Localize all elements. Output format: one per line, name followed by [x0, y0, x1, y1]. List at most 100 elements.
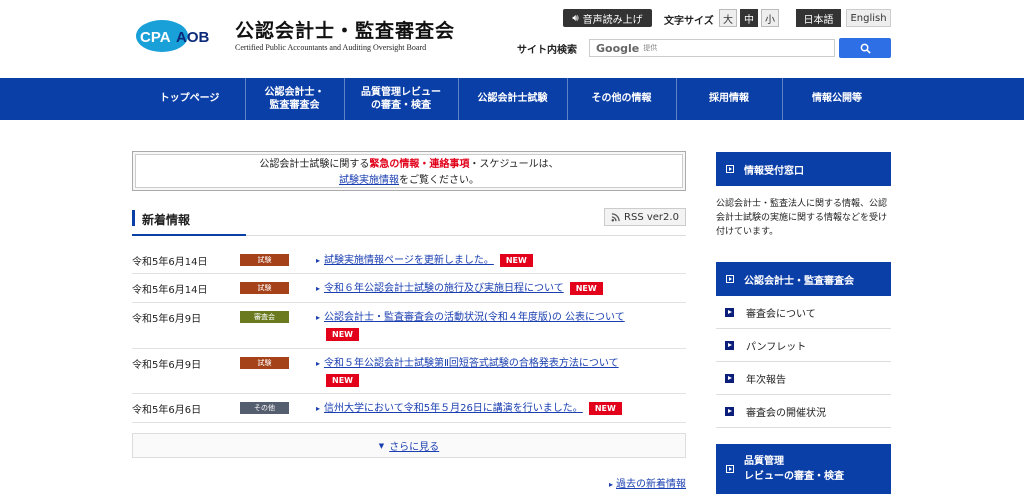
news-text: ▸ 令和５年公認会計士試験第Ⅱ回短答式試験の合格発表方法について NEW: [316, 355, 656, 389]
arrow-right-icon: [725, 406, 734, 416]
news-link[interactable]: 信州大学において令和5年５月26日に講演を行いました。: [324, 403, 583, 414]
sidebar-item-label: 審査会の開催状況: [746, 407, 826, 419]
sidebar-info-desk-header[interactable]: 情報受付窓口: [716, 152, 891, 186]
sidebar-item-annual-report[interactable]: 年次報告: [716, 362, 891, 395]
cpaaob-logo-icon[interactable]: CPA AOB: [136, 18, 226, 54]
sidebar-item-label: パンフレット: [746, 341, 807, 353]
new-badge: NEW: [499, 253, 533, 267]
news-list: 令和5年6月14日 試験 ▸ 試験実施情報ページを更新しました。 NEW 令和5年6…: [132, 246, 686, 423]
see-more-label: さらに見る: [389, 442, 440, 453]
news-item: 令和5年6月9日 試験 ▸ 令和５年公認会計士試験第Ⅱ回短答式試験の合格発表方法に…: [132, 349, 686, 394]
lang-english-button[interactable]: English: [846, 9, 891, 27]
news-date: 令和5年6月14日: [132, 285, 208, 296]
news-text: ▸ 試験実施情報ページを更新しました。 NEW: [316, 252, 656, 269]
sidebar-board-header[interactable]: 公認会計士・監査審査会: [716, 262, 891, 296]
svg-text:AOB: AOB: [176, 29, 210, 46]
global-nav: トップページ 公認会計士・ 監査審査会 品質管理レビュー の審査・検査 公認会計…: [0, 78, 1024, 120]
lang-japanese-button[interactable]: 日本語: [796, 9, 841, 27]
nav-quality-review[interactable]: 品質管理レビュー の審査・検査: [345, 78, 459, 120]
exam-info-link[interactable]: 試験実施情報: [339, 175, 399, 186]
heading-accent-bar: [132, 210, 135, 226]
sidebar-review-title-2: レビューの審査・検査: [744, 471, 844, 482]
new-badge: NEW: [569, 281, 603, 295]
category-badge-board: 審査会: [240, 311, 289, 323]
news-date: 令和5年6月9日: [132, 360, 202, 371]
rss-icon: [611, 212, 620, 221]
sidebar-item-meetings[interactable]: 審査会の開催状況: [716, 395, 891, 428]
sidebar-board-list: 審査会について パンフレット 年次報告 審査会の開催状況: [716, 296, 891, 428]
voice-readout-label: 音声読み上げ: [582, 14, 643, 26]
sidebar-item-pamphlet[interactable]: パンフレット: [716, 329, 891, 362]
news-date: 令和5年6月9日: [132, 314, 202, 325]
search-icon: [860, 43, 871, 54]
arrow-right-icon: [726, 275, 734, 283]
site-header: CPA AOB 公認会計士・監査審査会 Certified Public Acc…: [0, 0, 1024, 78]
exam-notice-box: 公認会計士試験に関する緊急の情報・連絡事項・スケジュールは、 試験実施情報をご覧…: [132, 151, 686, 191]
rss-label: RSS ver2.0: [624, 211, 679, 223]
search-placeholder: 提供: [643, 44, 658, 52]
sidebar-item-about[interactable]: 審査会について: [716, 296, 891, 329]
sidebar-item-label: 年次報告: [746, 374, 786, 386]
voice-readout-button[interactable]: 🔊︎ 音声読み上げ: [563, 9, 652, 27]
nav-recruit[interactable]: 採用情報: [677, 78, 783, 120]
site-title[interactable]: 公認会計士・監査審査会: [235, 16, 455, 43]
news-link[interactable]: 公認会計士・監査審査会の活動状況(令和４年度版)の 公表について: [324, 312, 625, 323]
category-badge-other: その他: [240, 402, 289, 414]
past-news-link[interactable]: ▸ 過去の新着情報: [609, 475, 686, 490]
site-search-input[interactable]: Google 提供: [589, 39, 835, 57]
new-badge: NEW: [588, 401, 622, 415]
arrow-right-icon: ▸: [316, 313, 321, 322]
news-link[interactable]: 令和５年公認会計士試験第Ⅱ回短答式試験の合格発表方法について: [324, 358, 619, 369]
news-text: ▸ 公認会計士・監査審査会の活動状況(令和４年度版)の 公表について NEW: [316, 309, 656, 343]
news-heading: 新着情報 RSS ver2.0: [132, 208, 686, 236]
site-subtitle: Certified Public Accountants and Auditin…: [235, 43, 427, 52]
nav-cpa-exam[interactable]: 公認会計士試験: [459, 78, 568, 120]
arrow-right-icon: ▸: [608, 480, 613, 489]
arrow-right-icon: [726, 165, 734, 173]
caret-down-icon: ▼: [378, 441, 385, 450]
site-search-label: サイト内検索: [517, 45, 577, 56]
arrow-right-icon: ▸: [316, 284, 321, 293]
sidebar-info-desk-desc: 公認会計士・監査法人に関する情報、公認会計士試験の実施に関する情報などを受け付け…: [716, 199, 888, 237]
sidebar-info-desk-title: 情報受付窓口: [744, 165, 804, 177]
news-item: 令和5年6月6日 その他 ▸ 信州大学において令和5年５月26日に講演を行いました…: [132, 394, 686, 423]
sidebar-review-header[interactable]: 品質管理 レビューの審査・検査: [716, 444, 891, 494]
nav-disclosure[interactable]: 情報公開等: [783, 78, 892, 120]
news-item: 令和5年6月14日 試験 ▸ 試験実施情報ページを更新しました。 NEW: [132, 246, 686, 274]
notice-suffix: ・スケジュールは、: [469, 159, 559, 170]
arrow-right-icon: ▸: [316, 404, 321, 413]
news-text: ▸ 令和６年公認会計士試験の施行及び実施日程について NEW: [316, 280, 656, 297]
news-date: 令和5年6月6日: [132, 405, 202, 416]
news-link[interactable]: 令和６年公認会計士試験の施行及び実施日程について: [324, 283, 564, 294]
heading-underline: [132, 234, 246, 236]
arrow-right-icon: ▸: [316, 256, 321, 265]
category-badge-exam: 試験: [240, 282, 289, 294]
past-news-label: 過去の新着情報: [616, 479, 686, 490]
news-link[interactable]: 試験実施情報ページを更新しました。: [324, 255, 494, 266]
font-size-medium-button[interactable]: 中: [740, 9, 758, 27]
new-badge: NEW: [326, 327, 359, 341]
see-more-button[interactable]: ▼ さらに見る: [132, 433, 686, 458]
notice-prefix: 公認会計士試験に関する: [259, 159, 370, 170]
category-badge-exam: 試験: [240, 357, 289, 369]
font-size-large-button[interactable]: 大: [719, 9, 737, 27]
arrow-right-icon: [725, 340, 734, 350]
svg-text:CPA: CPA: [140, 29, 171, 46]
font-size-small-button[interactable]: 小: [761, 9, 779, 27]
search-button[interactable]: [839, 38, 891, 58]
nav-top-page[interactable]: トップページ: [135, 78, 246, 120]
news-text: ▸ 信州大学において令和5年５月26日に講演を行いました。 NEW: [316, 400, 656, 417]
nav-other-info[interactable]: その他の情報: [568, 78, 677, 120]
arrow-right-icon: [725, 307, 734, 317]
category-badge-exam: 試験: [240, 254, 289, 266]
rss-button[interactable]: RSS ver2.0: [604, 208, 686, 226]
sidebar-review-title-1: 品質管理: [744, 456, 784, 467]
arrow-right-icon: [726, 465, 734, 473]
nav-cpa-board[interactable]: 公認会計士・ 監査審査会: [246, 78, 345, 120]
new-badge: NEW: [326, 373, 359, 387]
font-size-label: 文字サイズ: [664, 16, 714, 27]
news-date: 令和5年6月14日: [132, 257, 208, 268]
arrow-right-icon: [725, 373, 734, 383]
sidebar-item-label: 審査会について: [746, 308, 816, 320]
news-title: 新着情報: [142, 213, 191, 227]
